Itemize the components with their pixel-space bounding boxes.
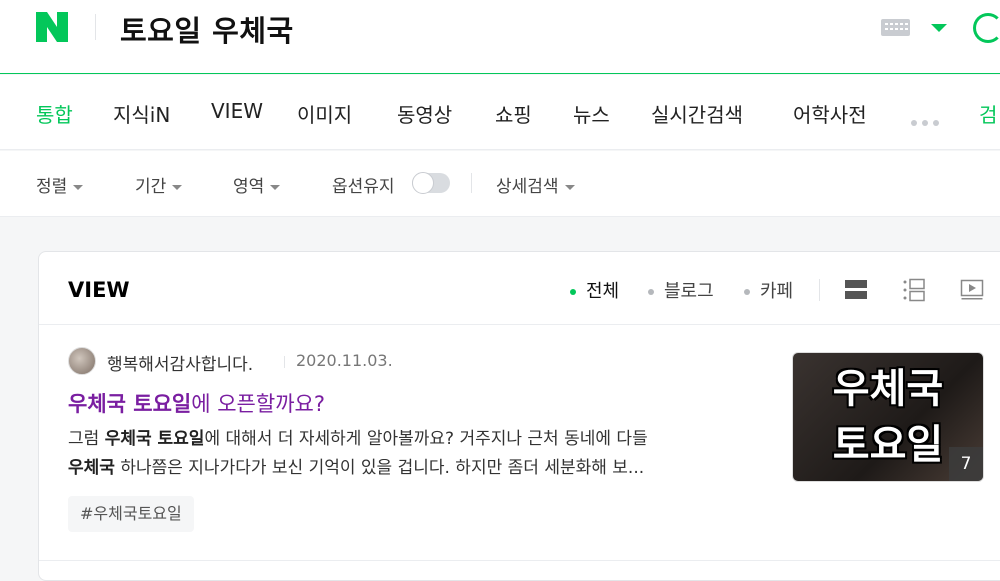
filter-all[interactable]: 전체 xyxy=(570,277,619,303)
snippet-highlight: 우체국 토요일 xyxy=(104,429,205,449)
filter-label: 전체 xyxy=(586,281,620,302)
result-snippet[interactable]: 그럼 우체국 토요일에 대해서 더 자세하게 알아볼까요? 거주지나 근처 동네… xyxy=(68,425,758,483)
options-divider xyxy=(471,173,472,193)
snippet-text: 그럼 xyxy=(68,429,105,449)
tab-kin[interactable]: 지식iN xyxy=(113,99,170,128)
header-divider xyxy=(95,14,96,40)
video-view-icon[interactable] xyxy=(960,278,984,302)
tab-images[interactable]: 이미지 xyxy=(297,99,352,128)
detail-search-label: 상세검색 xyxy=(496,177,559,197)
search-header: 토요일 우체국 xyxy=(0,0,1000,74)
chevron-down-icon xyxy=(564,184,575,190)
result-divider xyxy=(39,560,1000,561)
period-dropdown[interactable]: 기간 xyxy=(135,172,183,197)
chevron-down-icon xyxy=(270,184,281,190)
meta-divider xyxy=(284,356,285,368)
title-highlight: 우체국 토요일 xyxy=(68,392,192,416)
result-thumbnail[interactable]: 우체국 토요일 7 xyxy=(792,352,984,482)
thumbnail-line: 우체국 xyxy=(832,366,944,412)
avatar[interactable] xyxy=(68,347,96,375)
tab-integrated[interactable]: 통합 xyxy=(36,99,73,128)
view-section-header: VIEW 전체 블로그 카페 xyxy=(39,252,1000,325)
tab-news[interactable]: 뉴스 xyxy=(573,99,610,128)
search-icon[interactable] xyxy=(973,13,1000,43)
naver-logo[interactable] xyxy=(36,12,68,42)
snippet-text: 하나쯤은 지나가다가 보신 기억이 있을 겁니다. 하지만 좀더 세분화해 보.… xyxy=(114,458,645,478)
title-rest: 에 오픈할까요? xyxy=(191,392,325,416)
chevron-down-icon xyxy=(73,184,84,190)
search-query-input[interactable]: 토요일 우체국 xyxy=(120,8,294,50)
tab-search-options[interactable]: 검 xyxy=(979,99,997,128)
more-tabs-icon[interactable] xyxy=(911,111,944,130)
snippet-text: 에 대해서 더 자세하게 알아볼까요? 거주지나 근처 동네에 다들 xyxy=(204,429,648,449)
filter-label: 블로그 xyxy=(664,281,714,302)
header-divider xyxy=(819,279,820,301)
search-tabs: 통합 지식iN VIEW 이미지 동영상 쇼핑 뉴스 실시간검색 어학사전 검 xyxy=(0,75,1000,150)
hashtag[interactable]: #우체국토요일 xyxy=(68,496,194,532)
post-date: 2020.11.03. xyxy=(296,351,393,370)
list-view-icon[interactable] xyxy=(844,278,868,302)
author-name[interactable]: 행복해서감사합니다. xyxy=(107,350,253,375)
thumbnail-list-icon[interactable] xyxy=(902,278,926,302)
view-section-card: VIEW 전체 블로그 카페 행복해서감사합니다. 2020.11.03. 우체… xyxy=(38,251,1000,581)
detail-search-dropdown[interactable]: 상세검색 xyxy=(496,172,575,197)
filter-blog[interactable]: 블로그 xyxy=(648,277,714,303)
area-label: 영역 xyxy=(233,177,265,197)
filter-cafe[interactable]: 카페 xyxy=(744,277,793,303)
chevron-down-icon xyxy=(172,184,183,190)
area-dropdown[interactable]: 영역 xyxy=(233,172,281,197)
period-label: 기간 xyxy=(135,177,167,197)
sort-dropdown[interactable]: 정렬 xyxy=(36,172,84,197)
image-count-badge: 7 xyxy=(949,447,983,481)
tab-video[interactable]: 동영상 xyxy=(397,99,452,128)
keep-option-label: 옵션유지 xyxy=(332,177,395,197)
tab-shopping[interactable]: 쇼핑 xyxy=(495,99,532,128)
bullet-icon xyxy=(648,289,654,295)
snippet-highlight: 우체국 xyxy=(68,458,115,478)
search-options-bar: 정렬 기간 영역 옵션유지 상세검색 xyxy=(0,151,1000,217)
tab-realtime[interactable]: 실시간검색 xyxy=(651,99,743,128)
keyboard-icon[interactable] xyxy=(881,19,910,36)
bullet-icon xyxy=(570,289,576,295)
sort-label: 정렬 xyxy=(36,177,68,197)
result-title-link[interactable]: 우체국 토요일에 오픈할까요? xyxy=(68,388,325,418)
section-title: VIEW xyxy=(68,278,130,302)
toggle-knob xyxy=(412,172,434,194)
bullet-icon xyxy=(744,289,750,295)
tab-view[interactable]: VIEW xyxy=(211,99,263,123)
filter-label: 카페 xyxy=(760,281,794,302)
keep-option-toggle[interactable] xyxy=(412,172,450,194)
chevron-down-icon[interactable] xyxy=(931,24,947,32)
tab-dictionary[interactable]: 어학사전 xyxy=(793,99,867,128)
